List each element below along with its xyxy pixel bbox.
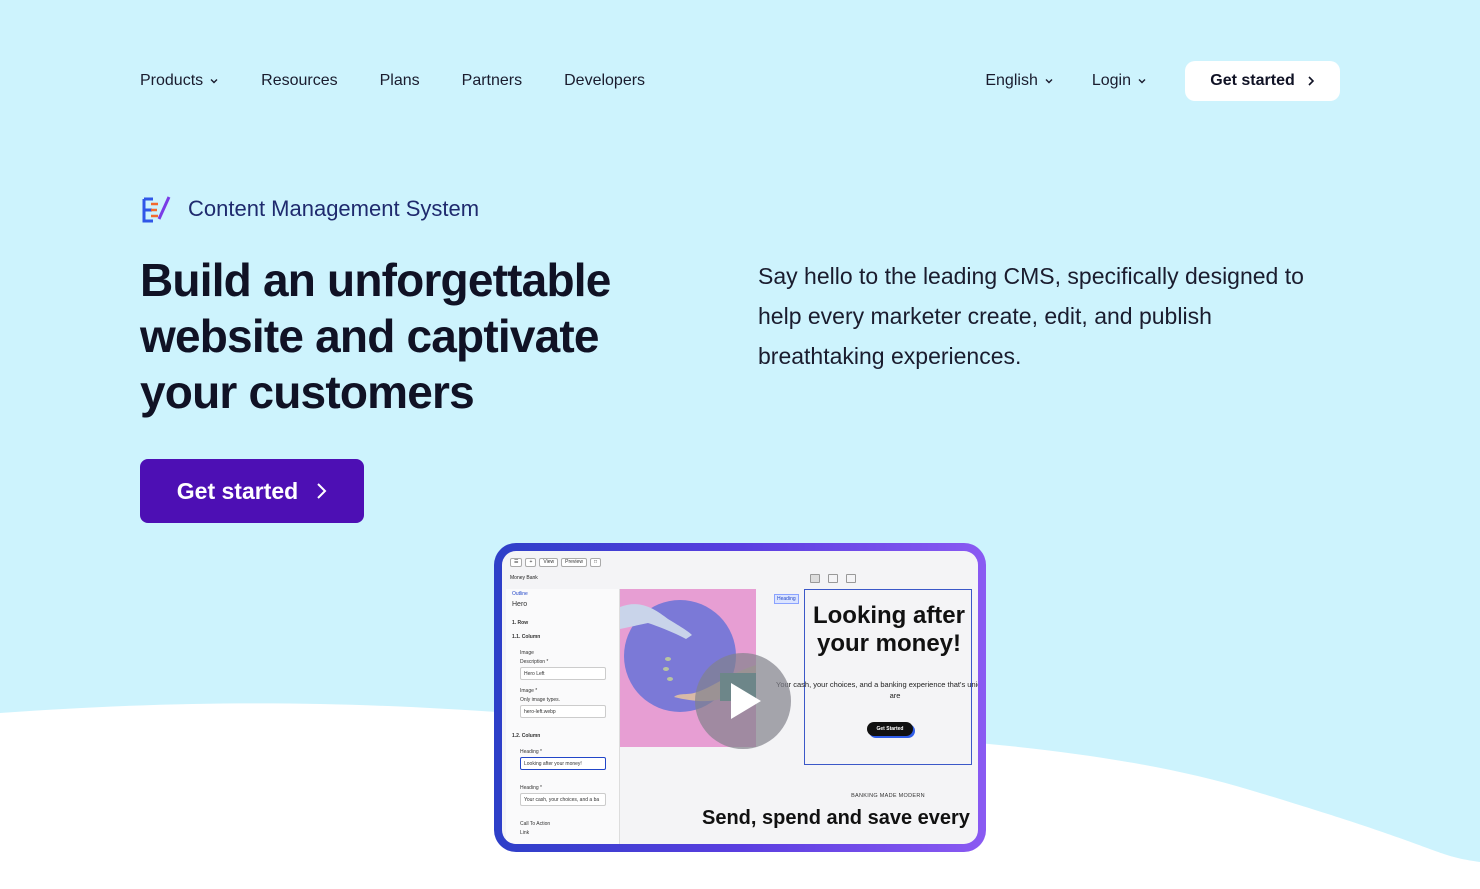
headline-text: and (303, 310, 407, 362)
headline-bold: your customers (140, 366, 475, 418)
panel-column: 1.2. Column (512, 733, 541, 739)
get-started-button[interactable]: Get started (140, 459, 364, 523)
editor-toolbar: ☰ + View Preview □ (510, 558, 601, 567)
toggle-panel-button: ☰ (510, 558, 523, 567)
preview-subtext: Your cash, your choices, and a banking e… (776, 680, 978, 700)
hero-headline: Build an unforgettable website and captiv… (140, 252, 660, 420)
preview-heading: Looking after your money! (812, 602, 965, 657)
heading-field: Looking after your money! (520, 757, 606, 770)
outline-panel: Outline Hero 1. Row 1.1. Column Image De… (506, 589, 620, 844)
panel-description-label: Description * (520, 659, 549, 665)
panel-heading-label: Heading * (520, 749, 542, 755)
product-eyebrow: Content Management System (140, 192, 479, 226)
view-button: View (539, 558, 559, 567)
nav-item-plans[interactable]: Plans (380, 72, 420, 90)
language-label: English (985, 72, 1038, 89)
panel-image-label: Image (520, 650, 534, 656)
chevron-right-icon (317, 483, 327, 499)
video-screen: ☰ + View Preview □ Money Bank Outline He… (502, 551, 978, 844)
nav-item-label: Resources (261, 72, 338, 89)
heading-tag: Heading (774, 594, 799, 604)
play-button[interactable] (695, 653, 791, 749)
chevron-right-icon (1308, 76, 1314, 86)
product-video[interactable]: ☰ + View Preview □ Money Bank Outline He… (494, 543, 986, 852)
nav-item-label: Developers (564, 72, 646, 89)
preview-get-started-button: Get Started (867, 722, 913, 736)
image-field: hero-left.webp (520, 705, 606, 718)
chevron-down-icon (210, 79, 218, 84)
play-icon (731, 683, 761, 719)
hero-description: Say hello to the leading CMS, specifical… (758, 263, 1304, 369)
headline-text: Build an (140, 254, 328, 306)
nav-item-developers[interactable]: Developers (564, 72, 645, 90)
nav-item-partners[interactable]: Partners (462, 72, 522, 90)
panel-image2-hint: Only image types. (520, 697, 561, 703)
chevron-down-icon (1138, 79, 1146, 84)
desktop-icon (810, 574, 820, 583)
add-button: + (525, 558, 537, 567)
top-nav: Products Resources Plans Partners Develo… (140, 61, 1340, 101)
login-label: Login (1091, 72, 1131, 89)
nav-item-label: Products (140, 72, 204, 89)
tablet-icon (828, 574, 838, 583)
eyebrow-label: Content Management System (188, 196, 480, 221)
preview-send-heading: Send, spend and save every (702, 807, 970, 829)
settings-button: □ (589, 558, 601, 567)
panel-heading2-label: Heading * (520, 785, 542, 791)
chevron-down-icon (1045, 79, 1053, 84)
nav-item-label: Partners (461, 72, 523, 89)
headline-bold: captivate (406, 310, 599, 362)
panel-image2-label: Image * (520, 688, 538, 694)
language-selector[interactable]: English (985, 72, 1053, 90)
cms-logo-icon (142, 196, 171, 223)
nav-item-resources[interactable]: Resources (261, 72, 337, 90)
site-name: Money Bank (510, 575, 538, 581)
nav-links: Products Resources Plans Partners Develo… (140, 72, 687, 90)
panel-row: 1. Row (512, 620, 529, 626)
device-switcher (810, 574, 856, 583)
get-started-nav-button[interactable]: Get started (1185, 61, 1340, 101)
panel-section-title: Hero (512, 601, 528, 608)
description-field: Hero Left (520, 667, 606, 680)
panel-cta-label: Call To Action (520, 821, 551, 827)
get-started-nav-label: Get started (1210, 72, 1295, 89)
panel-link-label: Link (520, 830, 530, 836)
nav-actions: English Login Get started (985, 61, 1340, 101)
login-menu[interactable]: Login (1092, 72, 1147, 90)
preview-hero-card: Looking after your money! Your cash, you… (776, 589, 978, 765)
headline-bold: unforgettable (327, 254, 611, 306)
outline-back-link: Outline (512, 591, 528, 597)
nav-item-products[interactable]: Products (140, 72, 219, 90)
preview-eyebrow: BANKING MADE MODERN (851, 793, 925, 799)
mobile-icon (846, 574, 856, 583)
preview-button: Preview (561, 558, 587, 567)
panel-column: 1.1. Column (512, 634, 541, 640)
get-started-label: Get started (176, 477, 299, 504)
nav-item-label: Plans (379, 72, 420, 89)
heading2-field: Your cash, your choices, and a ba (520, 793, 606, 806)
headline-bold: website (140, 310, 304, 362)
